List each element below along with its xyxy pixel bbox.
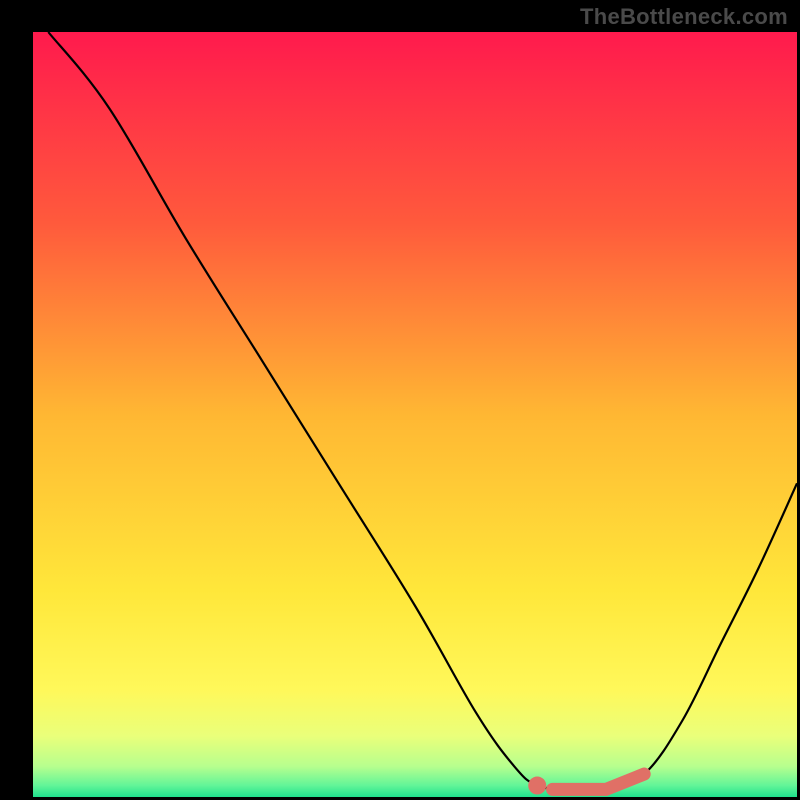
highlight-dot: [528, 777, 546, 795]
bottleneck-chart: [0, 0, 800, 800]
chart-frame: TheBottleneck.com: [0, 0, 800, 800]
gradient-background: [33, 32, 797, 797]
